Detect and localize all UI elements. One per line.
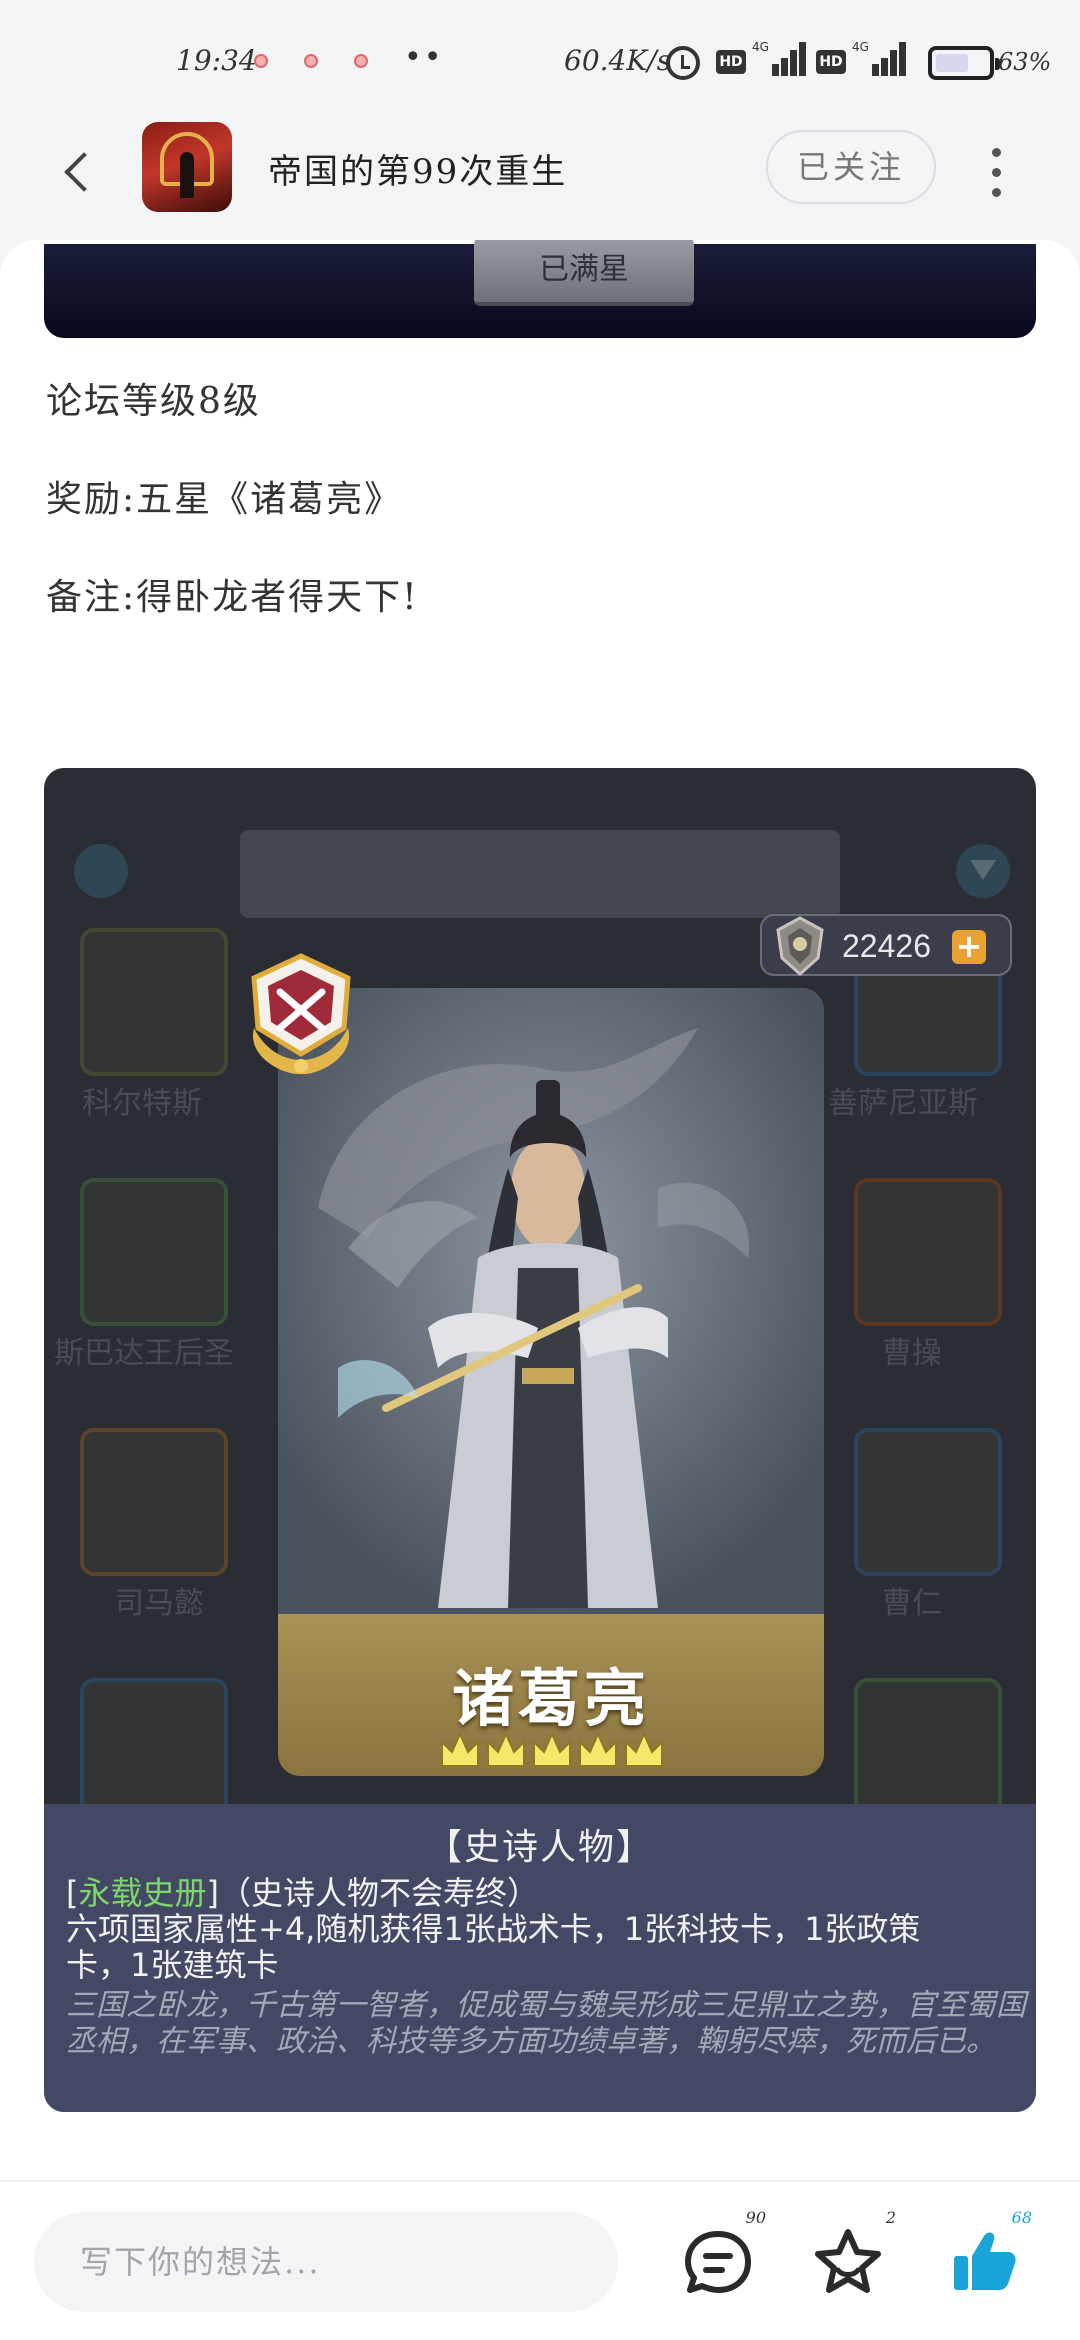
battery-icon [928, 46, 1000, 80]
comment-input[interactable] [34, 2212, 618, 2312]
filter-icon [956, 844, 1010, 898]
post-content: 已满星 论坛等级8级 奖励:五星《诸葛亮》 备注:得卧龙者得天下! 科尔特斯 善… [0, 240, 1080, 2180]
background-card [80, 1178, 228, 1326]
status-time: 19:34 [176, 44, 257, 77]
post-text-line: 奖励:五星《诸葛亮》 [46, 479, 403, 520]
post-text-line: 备注:得卧龙者得天下! [46, 577, 419, 618]
background-name: 曹操 [882, 1336, 942, 1371]
post-image-game-card[interactable]: 科尔特斯 善萨尼亚斯 斯巴达王后圣 曹操 司马懿 曹仁 22426 + 诸葛亮 … [44, 768, 1036, 2112]
background-card [80, 1428, 228, 1576]
crown-star-icon [441, 1731, 479, 1767]
like-count: 68 [1011, 2208, 1032, 2227]
crest-icon [776, 916, 824, 977]
background-name: 曹仁 [882, 1586, 942, 1621]
game-app-icon[interactable] [142, 122, 232, 212]
comment-count: 90 [745, 2208, 766, 2227]
background-card [854, 1178, 1002, 1326]
background-name: 善萨尼亚斯 [828, 1086, 978, 1121]
hero-biography: 三国之卧龙，千古第一智者，促成蜀与魏吴形成三足鼎立之势，官至蜀国丞相，在军事、政… [66, 1988, 1026, 2059]
favorite-button[interactable]: 2 [808, 2208, 896, 2302]
currency-amount: 22426 [842, 928, 931, 964]
battle-rank-badge-icon [251, 953, 351, 1075]
more-options-icon[interactable] [986, 148, 1006, 198]
background-card [854, 1428, 1002, 1576]
comment-button[interactable]: 90 [678, 2208, 766, 2302]
list-icon [74, 844, 128, 898]
favorite-count: 2 [885, 2208, 896, 2227]
post-image-top[interactable]: 已满星 [44, 240, 1036, 338]
signal-icon: 4G [852, 40, 906, 76]
signal-icon: 4G [752, 40, 806, 76]
status-bar: 19:34 •• 60.4K/s HD 4G HD 4G 63% [0, 0, 1080, 120]
full-star-button: 已满星 [474, 240, 694, 306]
hero-effect-line: 卡，1张建筑卡 [66, 1946, 279, 1984]
background-card [80, 928, 228, 1076]
network-speed: 60.4K/s [564, 44, 672, 77]
app-header: 帝国的第99次重生 已关注 [0, 120, 1080, 240]
add-currency-icon: + [952, 930, 986, 964]
crown-star-icon [579, 1731, 617, 1767]
battery-percent: 63% [998, 48, 1052, 76]
currency-counter: 22426 + [760, 914, 1012, 977]
hero-name-banner: 诸葛亮 [278, 1614, 824, 1776]
bottom-action-bar: 90 2 68 [0, 2180, 1080, 2340]
hero-rarity-title: 【史诗人物】 [425, 1827, 654, 1868]
hero-description-panel: 【史诗人物】 [永载史册]（史诗人物不会寿终） 六项国家属性+4,随机获得1张战… [44, 1804, 1036, 2112]
hero-name: 诸葛亮 [451, 1662, 650, 1735]
crown-star-icon [533, 1731, 571, 1767]
follow-button[interactable]: 已关注 [766, 130, 936, 204]
network-type: 4G [752, 40, 769, 54]
hero-card: 诸葛亮 [278, 988, 824, 1776]
star-crowns [441, 1731, 663, 1767]
alarm-icon [666, 46, 700, 80]
back-button[interactable] [52, 144, 112, 204]
crown-star-icon [625, 1731, 663, 1767]
hero-portrait [278, 988, 824, 1628]
notification-icon [354, 54, 368, 68]
background-name: 司马懿 [114, 1586, 204, 1621]
comment-icon [685, 2231, 751, 2293]
more-notifications-icon: •• [404, 40, 444, 75]
background-name: 斯巴达王后圣 [54, 1336, 234, 1371]
post-text-line: 论坛等级8级 [46, 381, 261, 422]
notification-icon [304, 54, 318, 68]
crown-star-icon [487, 1731, 525, 1767]
game-top-panel [240, 830, 840, 918]
hd-voice-icon: HD [716, 50, 746, 74]
background-name: 科尔特斯 [82, 1086, 202, 1121]
network-type: 4G [852, 40, 869, 54]
thumbs-up-icon [954, 2232, 1016, 2290]
like-button[interactable]: 68 [944, 2208, 1032, 2302]
star-icon [815, 2229, 881, 2293]
game-title[interactable]: 帝国的第99次重生 [268, 144, 567, 193]
hd-voice-icon: HD [816, 50, 846, 74]
notification-icon [254, 54, 268, 68]
